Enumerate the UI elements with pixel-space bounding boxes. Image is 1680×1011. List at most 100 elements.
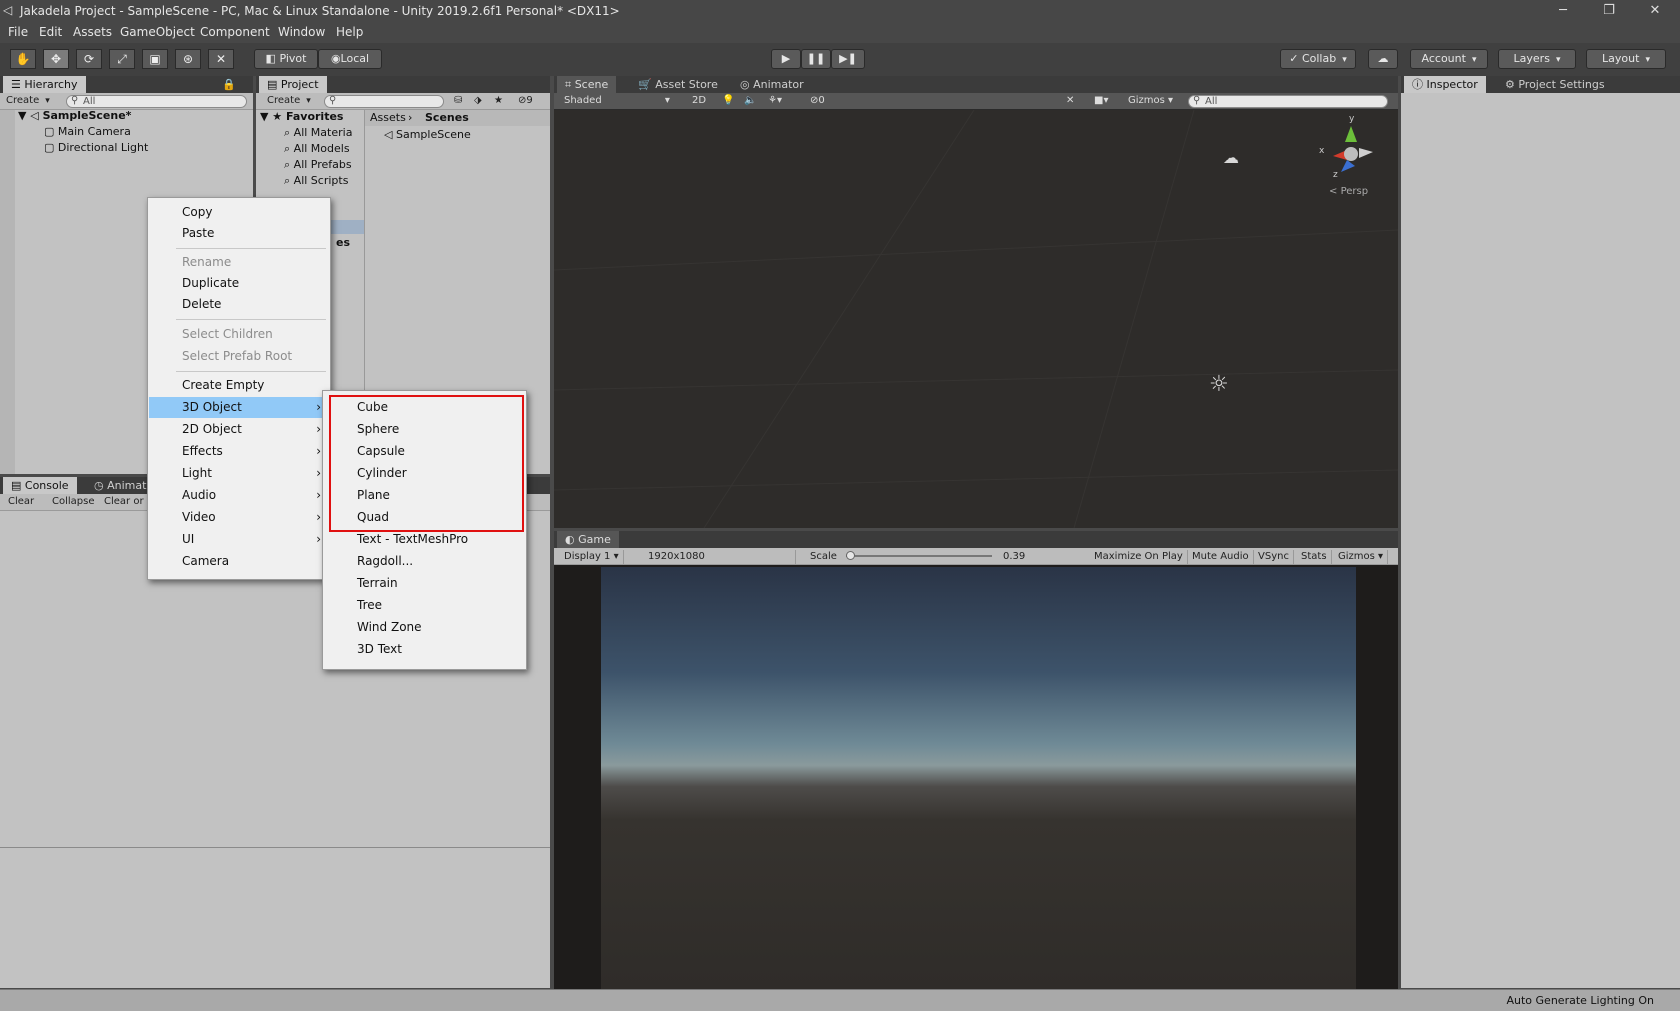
console-collapse-button[interactable]: Collapse (52, 495, 95, 510)
stats-toggle[interactable]: Stats (1297, 550, 1332, 564)
tab-game[interactable]: ◐ Game (557, 531, 619, 548)
asset-item-samplescene[interactable]: ◁ SampleScene (384, 128, 471, 141)
custom-tool-icon[interactable]: ✕ (208, 49, 234, 69)
light-gizmo-icon[interactable]: ☼ (1209, 372, 1229, 397)
tab-console[interactable]: ▤ Console (3, 477, 77, 494)
layout-dropdown[interactable]: Layout (1586, 49, 1666, 69)
move-tool-icon[interactable]: ✥ (43, 49, 69, 69)
project-search-input[interactable] (324, 95, 444, 108)
camera-settings-icon[interactable]: ■▾ (1094, 94, 1108, 109)
breadcrumb-assets[interactable]: Assets (370, 111, 406, 124)
display-dropdown[interactable]: Display 1 ▾ (560, 550, 624, 564)
menu-help[interactable]: Help (336, 25, 363, 39)
pivot-toggle[interactable]: ◧ Pivot (254, 49, 318, 69)
effects-toggle-icon[interactable]: ⚘▾ (768, 94, 782, 109)
transform-tool-icon[interactable]: ⊛ (175, 49, 201, 69)
layers-dropdown[interactable]: Layers (1498, 49, 1576, 69)
play-button[interactable]: ▶ (771, 49, 801, 69)
menu-item-audio[interactable]: Audio › (149, 485, 329, 506)
step-button[interactable]: ▶❚ (831, 49, 865, 69)
hand-tool-icon[interactable]: ✋ (10, 49, 36, 69)
lock-icon[interactable]: 🔒 (214, 76, 244, 93)
scene-tools-icon[interactable]: ✕ (1066, 94, 1074, 109)
favorite-item[interactable]: ⌕ All Materia (284, 126, 352, 140)
console-clear-button[interactable]: Clear (8, 495, 34, 510)
filter-label-icon[interactable]: ⬗ (474, 94, 482, 109)
submenu-item-tree[interactable]: Tree (324, 595, 525, 616)
local-toggle[interactable]: ◉Local (318, 49, 382, 69)
folder-item-partial[interactable]: es (336, 236, 350, 249)
persp-label[interactable]: < Persp (1329, 186, 1368, 197)
menu-gameobject[interactable]: GameObject (120, 25, 195, 39)
menu-item-paste[interactable]: Paste (149, 223, 329, 244)
menu-item-effects[interactable]: Effects › (149, 441, 329, 462)
favorites-header[interactable]: ▼ ★ Favorites (260, 110, 343, 123)
hidden-objects-counter[interactable]: ⊘0 (810, 94, 825, 109)
tab-hierarchy[interactable]: ☰ Hierarchy (3, 76, 86, 93)
tab-animator[interactable]: ◎ Animator (732, 76, 812, 93)
menu-item-duplicate[interactable]: Duplicate (149, 273, 329, 294)
menu-edit[interactable]: Edit (39, 25, 62, 39)
menu-item-ui[interactable]: UI › (149, 529, 329, 550)
menu-file[interactable]: File (8, 25, 28, 39)
game-gizmos-dropdown[interactable]: Gizmos ▾ (1334, 550, 1389, 564)
breadcrumb-scenes[interactable]: Scenes (425, 111, 469, 124)
vsync-toggle[interactable]: VSync (1254, 550, 1294, 564)
orientation-gizmo[interactable]: y x z < Persp (1311, 114, 1391, 197)
menu-item-light[interactable]: Light › (149, 463, 329, 484)
submenu-item-textmeshpro[interactable]: Text - TextMeshPro (324, 529, 525, 550)
submenu-item-terrain[interactable]: Terrain (324, 573, 525, 594)
tab-inspector[interactable]: ⓘ Inspector (1404, 76, 1486, 93)
maximize-on-play-toggle[interactable]: Maximize On Play (1090, 550, 1188, 564)
console-clear-on-play-button[interactable]: Clear or (104, 495, 144, 510)
menu-component[interactable]: Component (200, 25, 270, 39)
menu-item-create-empty[interactable]: Create Empty (149, 375, 329, 396)
cloud-icon[interactable]: ☁ (1368, 49, 1398, 69)
tab-asset-store[interactable]: 🛒 Asset Store (630, 76, 726, 93)
minimize-button[interactable]: ─ (1540, 0, 1586, 22)
menu-window[interactable]: Window (278, 25, 325, 39)
resolution-dropdown[interactable]: 1920x1080 (644, 550, 796, 564)
tab-project[interactable]: ▤ Project (259, 76, 327, 93)
favorite-item[interactable]: ⌕ All Models (284, 142, 350, 156)
menu-item-copy[interactable]: Copy (149, 202, 329, 223)
scale-tool-icon[interactable]: ⤢ (109, 49, 135, 69)
scene-search-input[interactable]: All (1188, 95, 1388, 108)
scale-knob[interactable] (846, 551, 855, 560)
favorite-item[interactable]: ⌕ All Scripts (284, 174, 348, 188)
rect-tool-icon[interactable]: ▣ (142, 49, 168, 69)
favorite-star-icon[interactable]: ★ (494, 94, 503, 109)
rotate-tool-icon[interactable]: ⟳ (76, 49, 102, 69)
scene-gizmos-dropdown[interactable]: Gizmos ▾ (1128, 94, 1173, 109)
hierarchy-create-button[interactable]: Create (6, 94, 50, 109)
tab-scene[interactable]: ⌗ Scene (557, 76, 617, 93)
camera-gizmo-icon[interactable]: ☁ (1223, 148, 1239, 167)
audio-toggle-icon[interactable]: 🔈 (744, 94, 756, 109)
submenu-item-3d-text[interactable]: 3D Text (324, 639, 525, 660)
submenu-item-ragdoll[interactable]: Ragdoll... (324, 551, 525, 572)
hierarchy-search-input[interactable]: All (66, 95, 247, 108)
toggle-2d-button[interactable]: 2D (692, 94, 706, 109)
menu-item-3d-object[interactable]: 3D Object › (149, 397, 329, 418)
submenu-item-wind-zone[interactable]: Wind Zone (324, 617, 525, 638)
favorite-item[interactable]: ⌕ All Prefabs (284, 158, 352, 172)
game-viewport[interactable] (601, 567, 1356, 989)
tab-animation[interactable]: ◷ Animat (86, 477, 154, 494)
restore-button[interactable]: ❐ (1586, 0, 1632, 22)
scene-root[interactable]: ▼ ◁ SampleScene* (18, 109, 131, 122)
account-dropdown[interactable]: Account (1410, 49, 1488, 69)
close-button[interactable]: ✕ (1632, 0, 1678, 22)
hierarchy-item-main-camera[interactable]: ▢ Main Camera (44, 125, 131, 138)
menu-item-2d-object[interactable]: 2D Object › (149, 419, 329, 440)
hidden-count-badge[interactable]: ⊘9 (518, 94, 533, 109)
shading-mode-dropdown[interactable]: Shaded ▾ (564, 94, 670, 109)
hierarchy-item-directional-light[interactable]: ▢ Directional Light (44, 141, 148, 154)
menu-assets[interactable]: Assets (73, 25, 112, 39)
menu-item-camera[interactable]: Camera (149, 551, 329, 572)
tab-project-settings[interactable]: ⚙ Project Settings (1497, 76, 1613, 93)
pause-button[interactable]: ❚❚ (801, 49, 831, 69)
menu-item-video[interactable]: Video › (149, 507, 329, 528)
mute-audio-toggle[interactable]: Mute Audio (1188, 550, 1254, 564)
lighting-toggle-icon[interactable]: 💡 (722, 94, 734, 109)
collab-dropdown[interactable]: ✓ Collab (1280, 49, 1356, 69)
